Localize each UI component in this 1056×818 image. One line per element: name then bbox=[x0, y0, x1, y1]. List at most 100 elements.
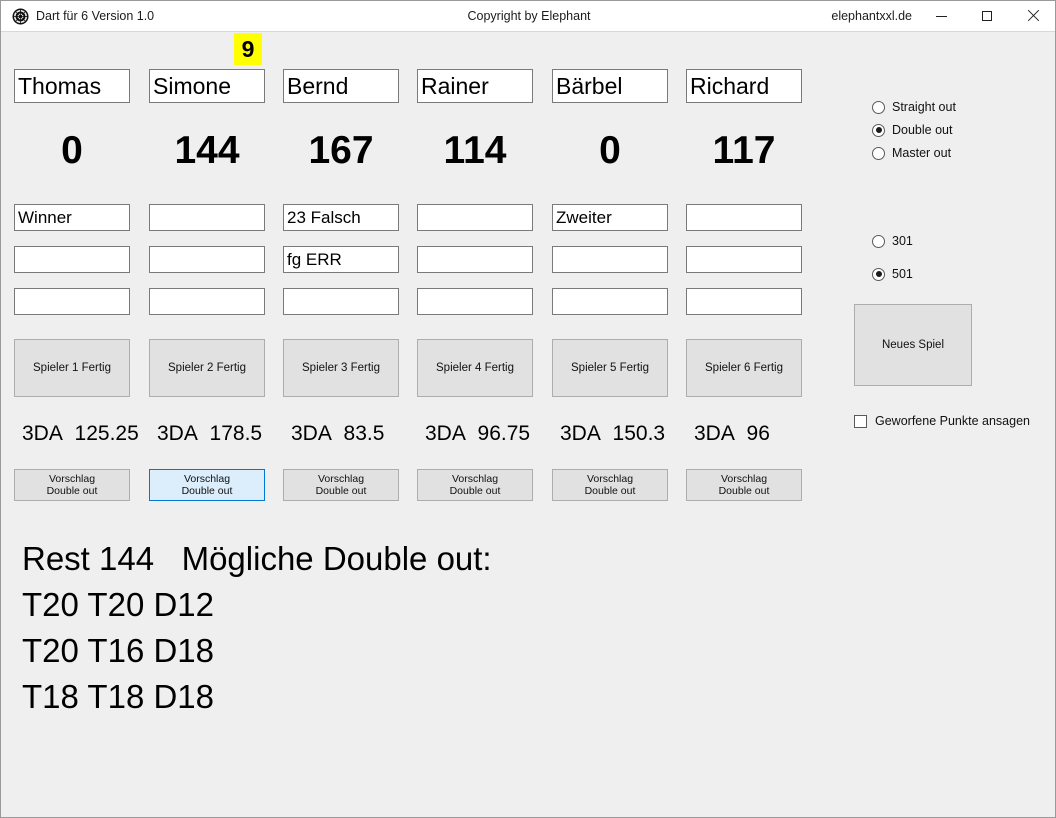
client-area: 9 Thomas 0 Winner Spieler 1 Fertig 3DA 1… bbox=[2, 32, 1055, 817]
player-score: 144 bbox=[174, 129, 240, 172]
radio-game-301[interactable]: 301 bbox=[872, 234, 913, 248]
throw-input-1[interactable] bbox=[417, 204, 533, 231]
player-score: 117 bbox=[712, 129, 776, 172]
radio-label: 501 bbox=[892, 267, 913, 281]
player-score: 0 bbox=[599, 129, 621, 172]
three-dart-average-label: 3DA bbox=[425, 422, 466, 445]
throw-input-3[interactable] bbox=[283, 288, 399, 315]
throw-input-2[interactable] bbox=[417, 246, 533, 273]
three-dart-average-value: 150.3 bbox=[612, 422, 666, 445]
player-name-input[interactable]: Thomas bbox=[14, 69, 130, 103]
three-dart-average: 3DA 150.3 bbox=[560, 421, 665, 447]
radio-straight-out[interactable]: Straight out bbox=[872, 100, 956, 114]
three-dart-average-value: 96.75 bbox=[477, 422, 531, 445]
radio-label: Master out bbox=[892, 146, 952, 160]
suggestion-button-line1: Vorschlag bbox=[183, 473, 231, 485]
player-name-input[interactable]: Richard bbox=[686, 69, 802, 103]
three-dart-average-label: 3DA bbox=[560, 422, 601, 445]
suggestion-button-line2: Double out bbox=[449, 485, 501, 497]
player-score: 0 bbox=[61, 129, 83, 172]
three-dart-average-label: 3DA bbox=[694, 422, 735, 445]
three-dart-average-label: 3DA bbox=[157, 422, 198, 445]
announce-points-label: Geworfene Punkte ansagen bbox=[875, 414, 1030, 428]
checkout-line-1: T20 T20 D12 bbox=[22, 586, 215, 623]
three-dart-average-value: 83.5 bbox=[343, 422, 385, 445]
three-dart-average: 3DA 125.25 bbox=[22, 421, 139, 447]
suggestion-button[interactable]: Vorschlag Double out bbox=[283, 469, 399, 501]
player-done-button[interactable]: Spieler 1 Fertig bbox=[14, 339, 130, 397]
minimize-icon bbox=[935, 15, 947, 17]
throw-input-2[interactable] bbox=[149, 246, 265, 273]
radio-circle-icon bbox=[872, 267, 885, 281]
app-window: Dart für 6 Version 1.0 Copyright by Elep… bbox=[0, 0, 1056, 818]
radio-circle-icon bbox=[872, 123, 885, 137]
three-dart-average-label: 3DA bbox=[22, 422, 63, 445]
player-done-button[interactable]: Spieler 5 Fertig bbox=[552, 339, 668, 397]
three-dart-average-value: 125.25 bbox=[74, 422, 139, 445]
close-icon bbox=[1027, 10, 1039, 22]
suggestion-button[interactable]: Vorschlag Double out bbox=[417, 469, 533, 501]
player-done-button[interactable]: Spieler 6 Fertig bbox=[686, 339, 802, 397]
throw-input-2[interactable] bbox=[686, 246, 802, 273]
suggestion-button-line1: Vorschlag bbox=[48, 473, 96, 485]
suggestion-button-line2: Double out bbox=[46, 485, 98, 497]
player-name-input[interactable]: Rainer bbox=[417, 69, 533, 103]
three-dart-average: 3DA 83.5 bbox=[291, 421, 384, 447]
player-score: 114 bbox=[443, 129, 507, 172]
throw-input-1[interactable]: Zweiter bbox=[552, 204, 668, 231]
suggestion-button-line1: Vorschlag bbox=[586, 473, 634, 485]
player-score: 167 bbox=[308, 129, 374, 172]
suggestion-button-line2: Double out bbox=[181, 485, 233, 497]
checkout-line-3: T18 T18 D18 bbox=[22, 678, 215, 715]
player-done-button[interactable]: Spieler 2 Fertig bbox=[149, 339, 265, 397]
throw-input-2[interactable] bbox=[14, 246, 130, 273]
close-button[interactable] bbox=[1010, 1, 1055, 31]
three-dart-average: 3DA 96.75 bbox=[425, 421, 530, 447]
player-done-button[interactable]: Spieler 3 Fertig bbox=[283, 339, 399, 397]
player-name-input[interactable]: Bärbel bbox=[552, 69, 668, 103]
suggestion-button-line2: Double out bbox=[584, 485, 636, 497]
minimize-button[interactable] bbox=[918, 1, 964, 31]
three-dart-average-value: 96 bbox=[746, 422, 770, 445]
active-turn-badge: 9 bbox=[234, 33, 262, 65]
radio-circle-icon bbox=[872, 100, 885, 114]
suggestion-button[interactable]: Vorschlag Double out bbox=[149, 469, 265, 501]
checkout-header: Rest 144 Mögliche Double out: bbox=[22, 540, 492, 577]
maximize-button[interactable] bbox=[964, 1, 1010, 31]
window-title: Dart für 6 Version 1.0 bbox=[36, 9, 155, 23]
throw-input-1[interactable] bbox=[686, 204, 802, 231]
three-dart-average: 3DA 178.5 bbox=[157, 421, 262, 447]
player-done-button[interactable]: Spieler 4 Fertig bbox=[417, 339, 533, 397]
suggestion-button[interactable]: Vorschlag Double out bbox=[552, 469, 668, 501]
throw-input-3[interactable] bbox=[417, 288, 533, 315]
throw-input-3[interactable] bbox=[686, 288, 802, 315]
three-dart-average-value: 178.5 bbox=[209, 422, 263, 445]
radio-double-out[interactable]: Double out bbox=[872, 123, 952, 137]
suggestion-button[interactable]: Vorschlag Double out bbox=[686, 469, 802, 501]
suggestion-button-line1: Vorschlag bbox=[720, 473, 768, 485]
suggestion-button-line1: Vorschlag bbox=[451, 473, 499, 485]
suggestion-button-line1: Vorschlag bbox=[317, 473, 365, 485]
new-game-button[interactable]: Neues Spiel bbox=[854, 304, 972, 386]
radio-game-501[interactable]: 501 bbox=[872, 267, 913, 281]
checkbox-icon bbox=[854, 414, 867, 428]
title-bar: Dart für 6 Version 1.0 Copyright by Elep… bbox=[1, 1, 1055, 32]
announce-points-checkbox[interactable]: Geworfene Punkte ansagen bbox=[854, 414, 1030, 428]
radio-master-out[interactable]: Master out bbox=[872, 146, 951, 160]
player-name-input[interactable]: Simone bbox=[149, 69, 265, 103]
throw-input-2[interactable]: fg ERR bbox=[283, 246, 399, 273]
throw-input-3[interactable] bbox=[552, 288, 668, 315]
throw-input-1[interactable]: 23 Falsch bbox=[283, 204, 399, 231]
three-dart-average: 3DA 96 bbox=[694, 421, 770, 447]
throw-input-1[interactable] bbox=[149, 204, 265, 231]
throw-input-3[interactable] bbox=[14, 288, 130, 315]
maximize-icon bbox=[982, 11, 992, 21]
checkout-line-2: T20 T16 D18 bbox=[22, 632, 215, 669]
suggestion-button-line2: Double out bbox=[718, 485, 770, 497]
player-name-input[interactable]: Bernd bbox=[283, 69, 399, 103]
suggestion-button[interactable]: Vorschlag Double out bbox=[14, 469, 130, 501]
dartboard-icon bbox=[12, 8, 29, 25]
throw-input-3[interactable] bbox=[149, 288, 265, 315]
throw-input-2[interactable] bbox=[552, 246, 668, 273]
throw-input-1[interactable]: Winner bbox=[14, 204, 130, 231]
